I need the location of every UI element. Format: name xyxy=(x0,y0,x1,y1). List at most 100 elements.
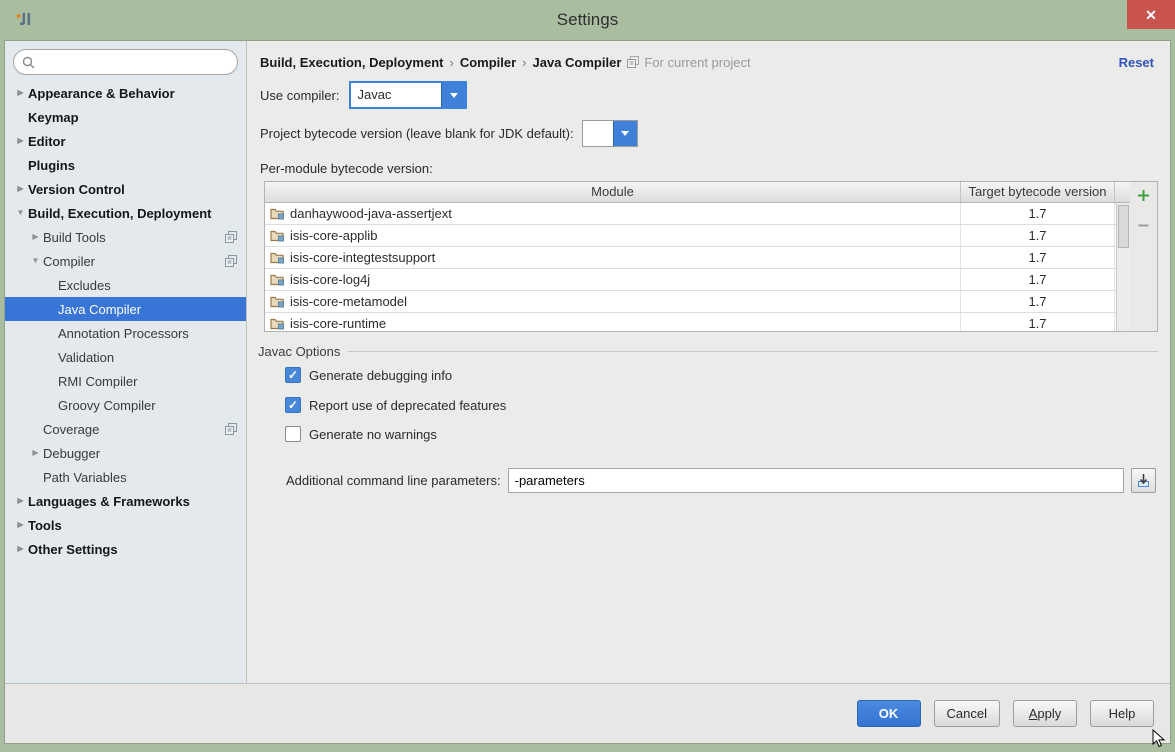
table-row-isis-core-runtime[interactable]: isis-core-runtime1.7 xyxy=(265,313,1130,332)
sidebar-item-appearance-behavior[interactable]: ▶Appearance & Behavior xyxy=(5,81,246,105)
sidebar-item-label: Java Compiler xyxy=(58,302,141,317)
target-bytecode-cell[interactable]: 1.7 xyxy=(961,269,1115,290)
module-cell[interactable]: isis-core-integtestsupport xyxy=(265,247,961,268)
bytecode-dropdown-button[interactable] xyxy=(613,121,637,146)
sidebar-item-annotation-processors[interactable]: Annotation Processors xyxy=(5,321,246,345)
breadcrumb-item-java-compiler[interactable]: Java Compiler xyxy=(533,55,622,70)
breadcrumb-separator: › xyxy=(522,55,526,70)
use-compiler-dropdown-button[interactable] xyxy=(441,83,465,107)
sidebar-item-other-settings[interactable]: ▶Other Settings xyxy=(5,537,246,561)
expand-field-icon xyxy=(1136,473,1151,488)
breadcrumb-item-build-execution-deployment[interactable]: Build, Execution, Deployment xyxy=(260,55,443,70)
breadcrumb-separator: › xyxy=(449,55,453,70)
reset-link[interactable]: Reset xyxy=(1119,55,1154,70)
ok-button[interactable]: OK xyxy=(857,700,921,727)
use-compiler-label: Use compiler: xyxy=(260,88,339,103)
checkbox-report-use-of-deprecated-features[interactable]: ✓Report use of deprecated features xyxy=(285,397,506,413)
use-compiler-select[interactable]: Javac xyxy=(349,81,467,109)
sidebar-item-build-tools[interactable]: ▶Build Tools xyxy=(5,225,246,249)
checkbox-generate-debugging-info[interactable]: ✓Generate debugging info xyxy=(285,367,452,383)
table-row-isis-core-metamodel[interactable]: isis-core-metamodel1.7 xyxy=(265,291,1130,313)
params-input[interactable] xyxy=(508,468,1124,493)
table-row-isis-core-applib[interactable]: isis-core-applib 1.7 xyxy=(265,225,1130,247)
module-icon xyxy=(270,229,285,242)
close-button[interactable]: ✕ xyxy=(1127,0,1175,29)
scrollbar-thumb[interactable] xyxy=(1118,205,1129,248)
sidebar-item-coverage[interactable]: Coverage xyxy=(5,417,246,441)
sidebar-item-plugins[interactable]: Plugins xyxy=(5,153,246,177)
module-name: isis-core-applib xyxy=(290,228,377,243)
expand-field-button[interactable] xyxy=(1131,468,1156,493)
checkbox-checked-icon[interactable]: ✓ xyxy=(285,397,301,413)
sidebar-item-rmi-compiler[interactable]: RMI Compiler xyxy=(5,369,246,393)
module-icon xyxy=(270,207,285,220)
close-icon: ✕ xyxy=(1145,8,1157,22)
column-header-module[interactable]: Module xyxy=(265,182,961,202)
help-button[interactable]: Help xyxy=(1090,700,1154,727)
table-row-danhaywood-java-assertjext[interactable]: danhaywood-java-assertjext1.7 xyxy=(265,203,1130,225)
search-icon xyxy=(22,56,35,69)
chevron-right-icon[interactable]: ▶ xyxy=(28,225,43,249)
chevron-right-icon[interactable]: ▶ xyxy=(13,513,28,537)
target-bytecode-cell[interactable]: 1.7 xyxy=(961,247,1115,268)
sidebar-item-languages-frameworks[interactable]: ▶Languages & Frameworks xyxy=(5,489,246,513)
sidebar-item-path-variables[interactable]: Path Variables xyxy=(5,465,246,489)
table-scrollbar[interactable] xyxy=(1116,203,1130,331)
scope-note: For current project xyxy=(627,55,750,70)
target-bytecode-cell[interactable]: 1.7 xyxy=(961,203,1115,224)
bytecode-version-row: Project bytecode version (leave blank fo… xyxy=(260,120,638,147)
sidebar-item-excludes[interactable]: Excludes xyxy=(5,273,246,297)
cancel-button[interactable]: Cancel xyxy=(934,700,1000,727)
module-cell[interactable]: isis-core-log4j xyxy=(265,269,961,290)
window-title: Settings xyxy=(0,0,1175,40)
chevron-down-icon[interactable]: ▼ xyxy=(28,249,43,273)
checkbox-unchecked-icon[interactable] xyxy=(285,426,301,442)
sidebar-item-validation[interactable]: Validation xyxy=(5,345,246,369)
checkbox-generate-no-warnings[interactable]: Generate no warnings xyxy=(285,426,437,442)
sidebar-item-label: Keymap xyxy=(28,110,79,125)
scope-note-label: For current project xyxy=(644,55,750,70)
target-bytecode-cell[interactable]: 1.7 xyxy=(961,225,1115,246)
check-mark: ✓ xyxy=(288,369,298,381)
checkbox-checked-icon[interactable]: ✓ xyxy=(285,367,301,383)
target-bytecode-cell[interactable]: 1.7 xyxy=(961,313,1115,332)
breadcrumb-item-compiler[interactable]: Compiler xyxy=(460,55,516,70)
apply-button[interactable]: Apply xyxy=(1013,700,1077,727)
sidebar-item-debugger[interactable]: ▶Debugger xyxy=(5,441,246,465)
add-row-button[interactable] xyxy=(1137,189,1150,202)
sidebar-item-build-execution-deployment[interactable]: ▼Build, Execution, Deployment xyxy=(5,201,246,225)
sidebar-item-keymap[interactable]: Keymap xyxy=(5,105,246,129)
sidebar-item-version-control[interactable]: ▶Version Control xyxy=(5,177,246,201)
chevron-right-icon[interactable]: ▶ xyxy=(13,129,28,153)
module-cell[interactable]: isis-core-runtime xyxy=(265,313,961,332)
sidebar-item-tools[interactable]: ▶Tools xyxy=(5,513,246,537)
sidebar-item-compiler[interactable]: ▼Compiler xyxy=(5,249,246,273)
sidebar-item-label: RMI Compiler xyxy=(58,374,137,389)
module-cell[interactable]: isis-core-metamodel xyxy=(265,291,961,312)
sidebar-item-label: Debugger xyxy=(43,446,100,461)
remove-row-button[interactable] xyxy=(1137,219,1150,232)
module-cell[interactable]: danhaywood-java-assertjext xyxy=(265,203,961,224)
sidebar-item-editor[interactable]: ▶Editor xyxy=(5,129,246,153)
table-row-isis-core-log4j[interactable]: isis-core-log4j1.7 xyxy=(265,269,1130,291)
target-bytecode-cell[interactable]: 1.7 xyxy=(961,291,1115,312)
search-input[interactable] xyxy=(40,52,227,72)
chevron-right-icon[interactable]: ▶ xyxy=(13,537,28,561)
sidebar-item-label: Build Tools xyxy=(43,230,106,245)
sidebar-item-label: Compiler xyxy=(43,254,95,269)
sidebar-item-label: Languages & Frameworks xyxy=(28,494,190,509)
sidebar-item-groovy-compiler[interactable]: Groovy Compiler xyxy=(5,393,246,417)
chevron-right-icon[interactable]: ▶ xyxy=(13,81,28,105)
module-cell[interactable]: isis-core-applib xyxy=(265,225,961,246)
sidebar-item-label: Version Control xyxy=(28,182,125,197)
sidebar-item-java-compiler[interactable]: Java Compiler xyxy=(5,297,246,321)
bytecode-version-select[interactable] xyxy=(582,120,638,147)
column-header-target-bytecode[interactable]: Target bytecode version xyxy=(961,182,1115,202)
chevron-right-icon[interactable]: ▶ xyxy=(13,489,28,513)
search-box[interactable] xyxy=(13,49,238,75)
chevron-right-icon[interactable]: ▶ xyxy=(28,441,43,465)
sidebar-item-label: Build, Execution, Deployment xyxy=(28,206,211,221)
table-row-isis-core-integtestsupport[interactable]: isis-core-integtestsupport1.7 xyxy=(265,247,1130,269)
chevron-down-icon[interactable]: ▼ xyxy=(13,201,28,225)
chevron-right-icon[interactable]: ▶ xyxy=(13,177,28,201)
